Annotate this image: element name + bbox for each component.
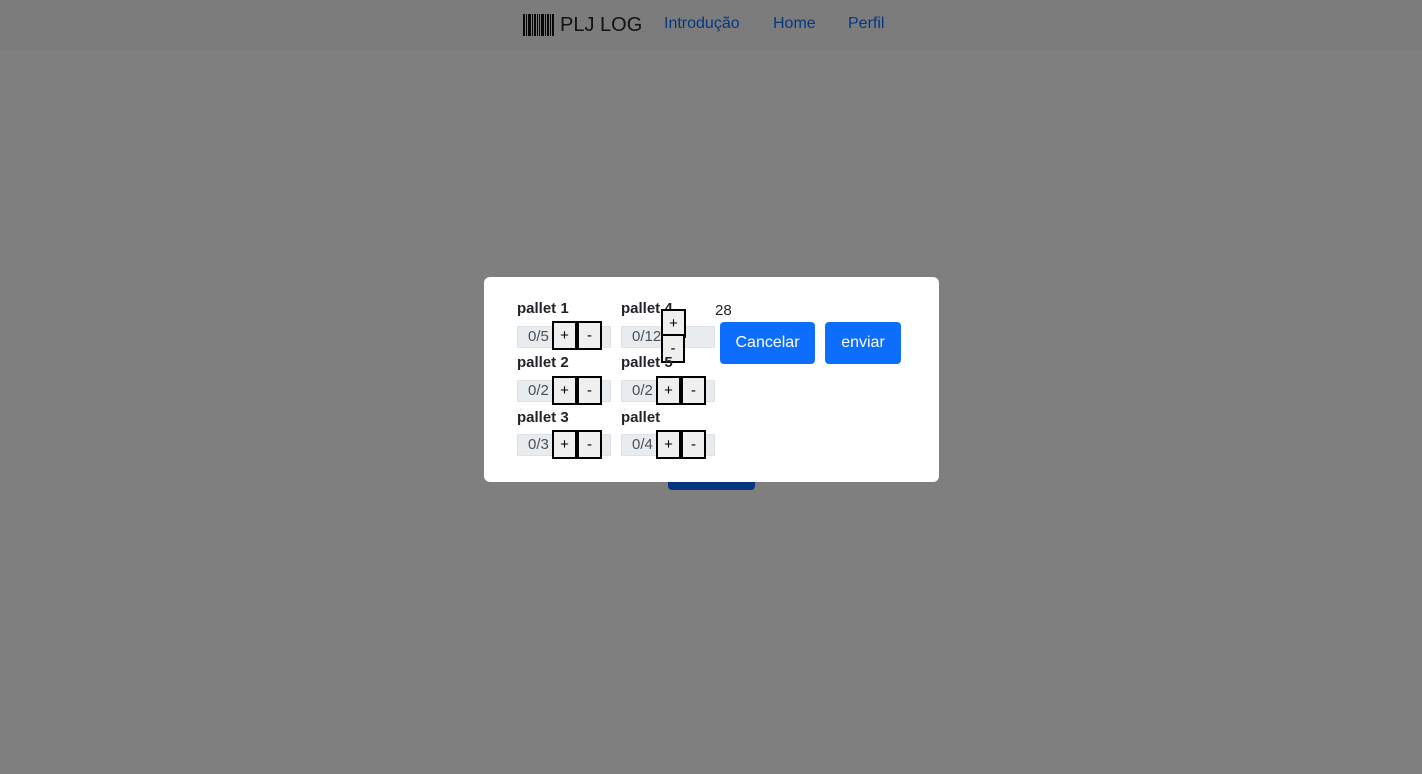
pallet-2-plus-button[interactable]: + [552, 376, 577, 405]
pallet-3-label: pallet 3 [517, 409, 569, 426]
pallet-1-plus-button[interactable]: + [552, 321, 577, 350]
pallet-modal: pallet 1 0/5 + - pallet 2 0/2 + - pallet… [484, 277, 939, 482]
pallet-2-minus-button[interactable]: - [577, 376, 602, 405]
pallet-3-plus-button[interactable]: + [552, 430, 577, 459]
cancel-button[interactable]: Cancelar [720, 322, 815, 364]
pallet-2-label: pallet 2 [517, 354, 569, 371]
pallet-1-minus-button[interactable]: - [577, 321, 602, 350]
pallet-6-plus-button[interactable]: + [656, 430, 681, 459]
pallet-6-label: pallet [621, 409, 661, 426]
pallet-1-label: pallet 1 [517, 300, 569, 317]
pallet-5-minus-button[interactable]: - [681, 376, 706, 405]
send-button[interactable]: enviar [825, 322, 901, 364]
pallet-3-minus-button[interactable]: - [577, 430, 602, 459]
pallet-5-label: pallet 5 [621, 354, 673, 371]
pallet-6-minus-button[interactable]: - [681, 430, 706, 459]
pallet-5-plus-button[interactable]: + [656, 376, 681, 405]
total-count: 28 [715, 302, 732, 319]
